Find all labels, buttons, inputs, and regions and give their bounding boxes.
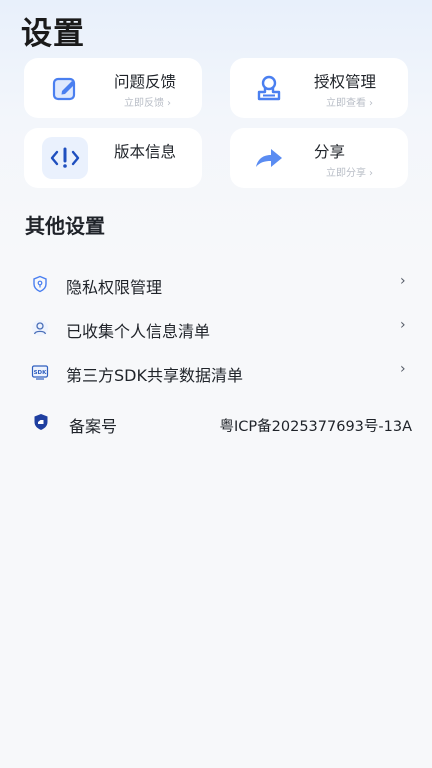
share-card[interactable]: 分享 立即分享 ›: [230, 128, 408, 188]
privacy-settings-row[interactable]: 隐私权限管理 ›: [0, 266, 432, 302]
card-subtitle: 立即查看 ›: [326, 98, 373, 109]
card-title: 版本信息: [114, 143, 177, 161]
card-title: 授权管理: [314, 73, 377, 91]
beian-shield-icon: [34, 414, 48, 430]
chevron-right-icon: ›: [400, 361, 406, 377]
version-code-icon: [42, 137, 88, 179]
chevron-right-icon: ›: [400, 273, 406, 289]
page-title: 设置: [21, 16, 85, 52]
row-label: 隐私权限管理: [66, 278, 163, 297]
svg-text:SDK: SDK: [34, 370, 48, 376]
chevron-right-icon: ›: [369, 168, 373, 179]
feedback-edit-icon: [42, 67, 88, 109]
card-title: 问题反馈: [114, 73, 177, 91]
card-title: 分享: [314, 143, 346, 161]
privacy-shield-icon: [33, 275, 47, 293]
card-subtitle: 立即分享 ›: [326, 168, 373, 179]
user-icon: [32, 320, 48, 336]
row-label: 已收集个人信息清单: [66, 322, 211, 341]
beian-label: 备案号: [69, 417, 118, 436]
personal-info-list-row[interactable]: 已收集个人信息清单 ›: [0, 310, 432, 346]
chevron-right-icon: ›: [369, 98, 373, 109]
sdk-icon: SDK: [31, 365, 49, 380]
version-card[interactable]: 版本信息: [24, 128, 202, 188]
beian-number: 粤ICP备2025377693号-13A: [219, 419, 413, 435]
authorization-card[interactable]: 授权管理 立即查看 ›: [230, 58, 408, 118]
share-arrow-icon: [246, 137, 292, 179]
stamp-icon: [246, 67, 292, 109]
feedback-card[interactable]: 问题反馈 立即反馈 ›: [24, 58, 202, 118]
chevron-right-icon: ›: [167, 98, 171, 109]
section-title: 其他设置: [25, 214, 105, 238]
third-party-sdk-row[interactable]: SDK 第三方SDK共享数据清单 ›: [0, 354, 432, 390]
card-subtitle: 立即反馈 ›: [124, 98, 171, 109]
chevron-right-icon: ›: [400, 317, 406, 333]
row-label: 第三方SDK共享数据清单: [66, 366, 243, 385]
